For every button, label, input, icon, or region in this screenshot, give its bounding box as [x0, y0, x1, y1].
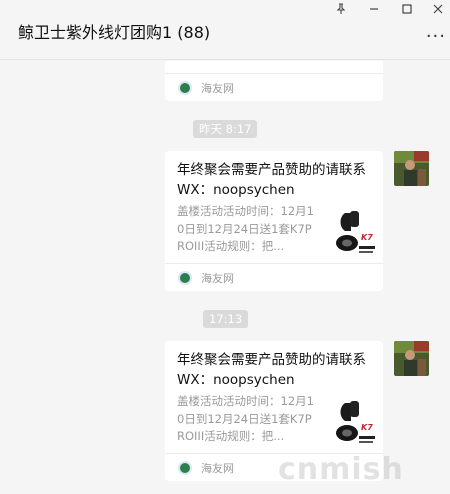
timestamp: 17:13 [203, 310, 249, 328]
source-icon [178, 81, 192, 95]
source-icon [178, 461, 192, 475]
chat-title: 鲸卫士紫外线灯团购1 (88) [18, 23, 211, 42]
link-card-partial[interactable]: 海友网 [165, 61, 383, 101]
source-label: 海友网 [201, 462, 234, 475]
pin-icon[interactable] [331, 3, 351, 19]
card-description: 盖楼活动活动时间：12月10日到12月24日送1套K7PROIII活动规则：把.… [177, 204, 314, 253]
minimize-icon[interactable] [364, 3, 384, 19]
more-options-icon[interactable]: ··· [426, 26, 446, 47]
source-icon [178, 271, 192, 285]
card-title: 年终聚会需要产品赞助的请联系WX：noopsychen [177, 352, 366, 388]
message-list[interactable]: 海友网 昨天 8:17 年终聚会需要产品赞助的请联系WX：noopsychen … [0, 61, 450, 494]
close-icon[interactable] [428, 3, 448, 19]
watermark: cnmish [278, 452, 404, 487]
product-thumbnail: K7 [331, 207, 377, 263]
avatar[interactable] [394, 341, 429, 376]
card-footer: 海友网 [165, 73, 383, 101]
avatar[interactable] [394, 151, 429, 186]
card-title: 年终聚会需要产品赞助的请联系WX：noopsychen [177, 162, 366, 198]
product-thumbnail: K7 [331, 397, 377, 453]
card-description: 盖楼活动活动时间：12月10日到12月24日送1套K7PROIII活动规则：把.… [177, 394, 314, 443]
card-footer: 海友网 [165, 263, 383, 291]
svg-text:K7: K7 [361, 423, 373, 432]
title-bar: 鲸卫士紫外线灯团购1 (88) ··· [0, 0, 450, 60]
timestamp: 昨天 8:17 [193, 120, 258, 138]
source-label: 海友网 [201, 82, 234, 95]
link-card[interactable]: 年终聚会需要产品赞助的请联系WX：noopsychen 盖楼活动活动时间：12月… [165, 151, 383, 291]
svg-text:K7: K7 [361, 233, 373, 242]
source-label: 海友网 [201, 272, 234, 285]
maximize-icon[interactable] [397, 3, 417, 19]
